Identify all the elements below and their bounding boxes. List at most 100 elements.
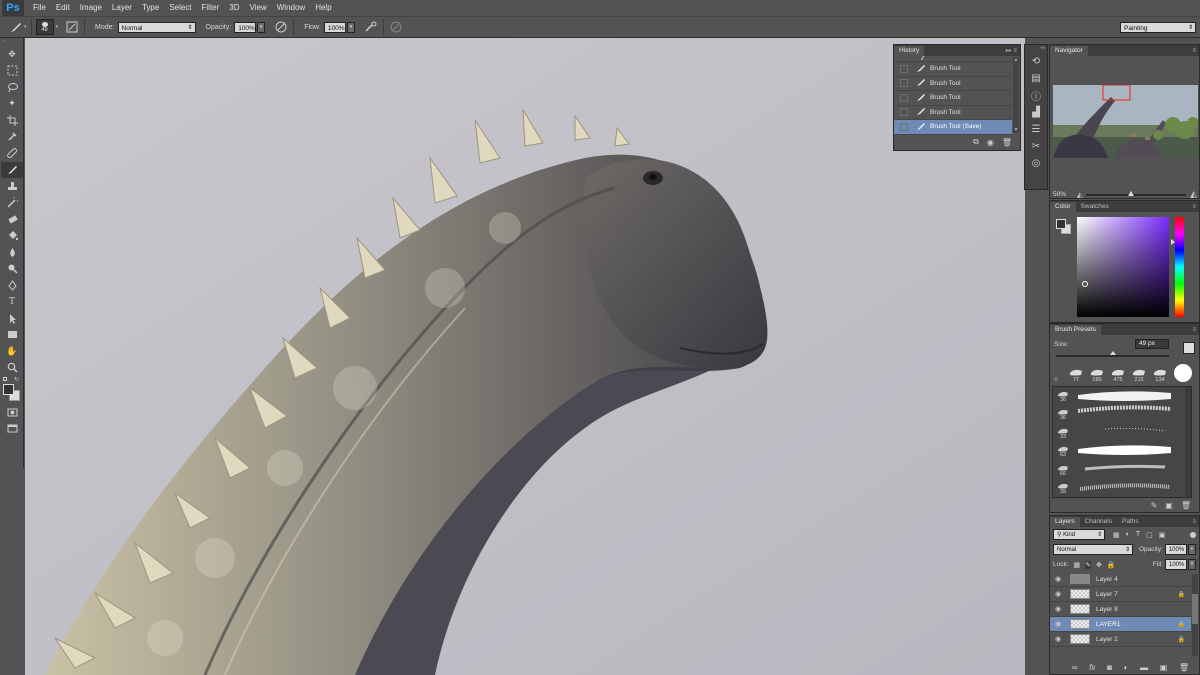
lock-all-icon[interactable]: 🔒	[1107, 561, 1116, 569]
history-source-checkbox[interactable]	[900, 122, 908, 131]
zoom-out-icon[interactable]: ◭	[1077, 191, 1082, 199]
history-state[interactable]: Brush Tool	[894, 106, 1012, 120]
brush-tool-icon[interactable]	[1, 161, 23, 178]
navigator-zoom-value[interactable]: 50%	[1053, 191, 1077, 198]
zoom-in-icon[interactable]: ◭	[1190, 189, 1197, 200]
path-selection-tool-icon[interactable]	[1, 310, 23, 327]
brush-list-item[interactable]: 66	[1053, 461, 1073, 480]
tab-layers[interactable]: Layers	[1050, 517, 1080, 527]
brush-panel-toggle-icon[interactable]	[64, 19, 80, 35]
brush-preset-picker[interactable]: 49	[35, 19, 54, 35]
tool-preset-chevron-icon[interactable]: ▾	[24, 24, 27, 30]
tab-navigator[interactable]: Navigator	[1050, 46, 1088, 56]
trash-icon[interactable]: 🗑	[1002, 138, 1012, 147]
lasso-tool-icon[interactable]	[1, 79, 23, 96]
layer-row[interactable]: ◉ Layer 8	[1050, 602, 1191, 617]
layers-scrollbar[interactable]	[1192, 574, 1198, 656]
brush-style-icon[interactable]: ✎	[1151, 501, 1158, 510]
layer-row[interactable]: ◉ LAYER1 🔒	[1050, 617, 1191, 632]
layer-name[interactable]: Layer 8	[1096, 606, 1118, 613]
layer-name[interactable]: Layer 7	[1096, 591, 1118, 598]
marquee-tool-icon[interactable]	[1, 63, 23, 80]
eyedropper-tool-icon[interactable]	[1, 129, 23, 146]
filter-type-icon[interactable]: T	[1136, 531, 1140, 538]
zoom-tool-icon[interactable]	[1, 360, 23, 377]
eraser-tool-icon[interactable]	[1, 211, 23, 228]
dodge-tool-icon[interactable]	[1, 261, 23, 278]
filter-smart-object-icon[interactable]: ▣	[1159, 531, 1166, 539]
brush-list-item[interactable]: 39	[1053, 480, 1073, 499]
lock-transparent-icon[interactable]: ▦	[1074, 561, 1081, 569]
mode-select[interactable]: Normal ⇕	[117, 21, 196, 33]
collapse-toolbar-icon[interactable]: »	[0, 38, 23, 46]
rectangle-tool-icon[interactable]	[1, 327, 23, 344]
eye-icon[interactable]: ◉	[1052, 620, 1064, 628]
brush-size-slider[interactable]	[1056, 351, 1169, 359]
eye-icon[interactable]: ◉	[1052, 605, 1064, 613]
new-group-icon[interactable]: ▬	[1140, 663, 1148, 672]
menu-item-view[interactable]: View	[245, 0, 272, 16]
opacity-input[interactable]: 100%	[234, 21, 257, 33]
trash-icon[interactable]: 🗑	[1179, 663, 1189, 672]
collapse-strip-icon[interactable]: ◂◂	[1025, 45, 1047, 53]
trash-icon[interactable]: 🗑	[1181, 501, 1191, 510]
recent-brush[interactable]: 189	[1088, 367, 1106, 383]
snapshot-camera-icon[interactable]: ◉	[987, 138, 994, 147]
tab-swatches[interactable]: Swatches	[1076, 202, 1114, 212]
new-document-from-state-icon[interactable]: ⧉	[973, 137, 979, 147]
histogram-icon[interactable]: ▟	[1025, 104, 1047, 121]
info-icon[interactable]: ⓘ	[1025, 87, 1047, 104]
round-brush-icon[interactable]	[1174, 364, 1192, 382]
recent-brush[interactable]: 215	[1130, 367, 1148, 383]
tab-color[interactable]: Color	[1050, 202, 1076, 212]
color-picker-cursor[interactable]	[1082, 281, 1088, 287]
brush-list-item[interactable]: 33	[1053, 424, 1073, 443]
screen-mode-icon[interactable]	[1, 421, 23, 438]
workspace-switcher[interactable]: Painting ⇕	[1120, 21, 1196, 33]
toggle-brush-panel-icon[interactable]	[1183, 342, 1195, 354]
link-layers-icon[interactable]: ∞	[1072, 663, 1078, 672]
filter-pixel-icon[interactable]: ▦	[1113, 531, 1120, 539]
healing-brush-tool-icon[interactable]	[1, 145, 23, 162]
history-state[interactable]: Brush Tool (Save)	[894, 120, 1012, 135]
layer-style-icon[interactable]: fx	[1089, 663, 1095, 672]
panel-menu-icon[interactable]: ≡	[1192, 325, 1199, 335]
menu-item-filter[interactable]: Filter	[197, 0, 225, 16]
history-source-checkbox[interactable]	[900, 79, 908, 88]
history-source-checkbox[interactable]	[900, 93, 908, 102]
eye-icon[interactable]: ◉	[1052, 590, 1064, 598]
recent-brush[interactable]: 77	[1067, 367, 1085, 383]
recent-brush[interactable]: 134	[1151, 367, 1169, 383]
color-picker-field[interactable]	[1077, 217, 1169, 317]
menu-item-help[interactable]: Help	[310, 0, 336, 16]
airbrush-icon[interactable]	[363, 19, 379, 35]
tab-history[interactable]: History	[894, 46, 925, 56]
flow-dropdown-button[interactable]: ▾	[346, 21, 355, 33]
navigator-thumbnail[interactable]	[1053, 85, 1198, 158]
new-brush-icon[interactable]: ▣	[1165, 501, 1173, 510]
menu-item-layer[interactable]: Layer	[107, 0, 137, 16]
brush-options-icon[interactable]: ≡	[1054, 377, 1064, 383]
document-canvas[interactable]	[25, 38, 1025, 675]
brush-size-input[interactable]: 49 px	[1135, 339, 1169, 349]
brush-picker-chevron-icon[interactable]: ▾	[56, 24, 59, 30]
history-source-checkbox[interactable]	[900, 64, 908, 73]
filter-adjustment-icon[interactable]: ◐	[1126, 531, 1130, 538]
blend-mode-select[interactable]: Normal ⇕	[1053, 544, 1133, 555]
filter-shape-icon[interactable]: ▢	[1146, 531, 1153, 539]
brush-list-item[interactable]: 36	[1053, 387, 1073, 406]
history-panel-icon[interactable]: ⟲	[1025, 53, 1047, 70]
tab-paths[interactable]: Paths	[1117, 517, 1144, 527]
layer-name[interactable]: Layer 4	[1096, 576, 1118, 583]
type-tool-icon[interactable]: T	[1, 294, 23, 311]
history-scrollbar[interactable]: ▲ ▼	[1013, 57, 1019, 133]
layer-row[interactable]: ◉ Layer 7 🔒	[1050, 587, 1191, 602]
add-mask-icon[interactable]: ◙	[1107, 663, 1112, 672]
brush-tool-icon[interactable]	[8, 19, 24, 35]
menu-item-window[interactable]: Window	[272, 0, 310, 16]
foreground-color-swatch[interactable]	[1056, 219, 1066, 229]
menu-item-type[interactable]: Type	[137, 0, 164, 16]
hue-slider[interactable]	[1171, 217, 1184, 317]
layer-filter-select[interactable]: ⚲ Kind ⇕	[1053, 529, 1105, 540]
layer-row[interactable]: ◉ Layer 2 🔒	[1050, 632, 1191, 647]
